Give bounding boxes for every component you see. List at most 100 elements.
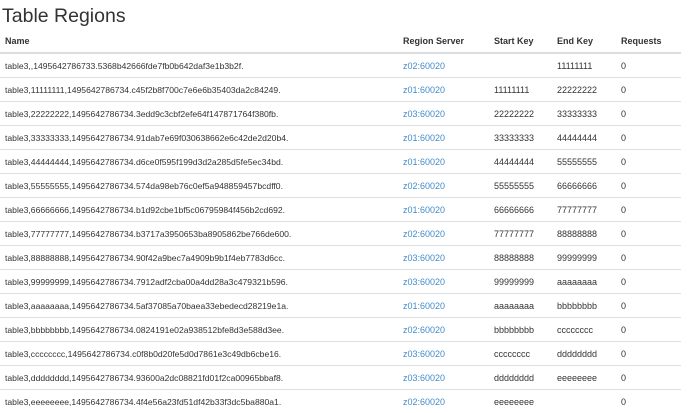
region-name-cell: table3,cccccccc,1495642786734.c0f8b0d20f… (0, 342, 398, 366)
region-server-cell: z02:60020 (398, 174, 489, 198)
region-server-cell: z01:60020 (398, 294, 489, 318)
requests-cell: 0 (616, 390, 681, 413)
region-server-cell: z01:60020 (398, 150, 489, 174)
region-server-cell: z02:60020 (398, 222, 489, 246)
table-body: table3,,1495642786733.5368b42666fde7fb0b… (0, 53, 681, 413)
region-name-cell: table3,99999999,1495642786734.7912adf2cb… (0, 270, 398, 294)
end-key-cell: 22222222 (552, 78, 616, 102)
start-key-cell: eeeeeeee (489, 390, 552, 413)
table-regions-page: Table Regions Name Region Server Start K… (0, 0, 693, 403)
table-row: table3,eeeeeeee,1495642786734.4f4e56a23f… (0, 390, 681, 413)
table-row: table3,88888888,1495642786734.90f42a9bec… (0, 246, 681, 270)
table-row: table3,aaaaaaaa,1495642786734.5af37085a7… (0, 294, 681, 318)
end-key-cell: 66666666 (552, 174, 616, 198)
region-server-cell: z02:60020 (398, 53, 489, 78)
table-row: table3,dddddddd,1495642786734.93600a2dc0… (0, 366, 681, 390)
requests-cell: 0 (616, 270, 681, 294)
start-key-cell: 44444444 (489, 150, 552, 174)
region-name-cell: table3,,1495642786733.5368b42666fde7fb0b… (0, 53, 398, 78)
region-name-cell: table3,22222222,1495642786734.3edd9c3cbf… (0, 102, 398, 126)
region-server-link[interactable]: z03:60020 (403, 253, 445, 263)
requests-cell: 0 (616, 53, 681, 78)
region-server-cell: z03:60020 (398, 270, 489, 294)
region-server-link[interactable]: z03:60020 (403, 373, 445, 383)
region-server-link[interactable]: z02:60020 (403, 181, 445, 191)
end-key-cell: dddddddd (552, 342, 616, 366)
region-server-cell: z01:60020 (398, 126, 489, 150)
region-server-link[interactable]: z01:60020 (403, 85, 445, 95)
region-name-cell: table3,bbbbbbbb,1495642786734.0824191e02… (0, 318, 398, 342)
requests-cell: 0 (616, 222, 681, 246)
region-server-cell: z03:60020 (398, 246, 489, 270)
requests-cell: 0 (616, 342, 681, 366)
end-key-cell: bbbbbbbb (552, 294, 616, 318)
requests-cell: 0 (616, 366, 681, 390)
region-name-cell: table3,44444444,1495642786734.d6ce0f595f… (0, 150, 398, 174)
requests-cell: 0 (616, 198, 681, 222)
region-server-link[interactable]: z02:60020 (403, 229, 445, 239)
start-key-cell: 77777777 (489, 222, 552, 246)
end-key-cell: 44444444 (552, 126, 616, 150)
region-server-link[interactable]: z01:60020 (403, 205, 445, 215)
region-server-cell: z01:60020 (398, 78, 489, 102)
region-name-cell: table3,eeeeeeee,1495642786734.4f4e56a23f… (0, 390, 398, 413)
table-row: table3,33333333,1495642786734.91dab7e69f… (0, 126, 681, 150)
table-row: table3,77777777,1495642786734.b3717a3950… (0, 222, 681, 246)
end-key-cell: 88888888 (552, 222, 616, 246)
start-key-cell: 33333333 (489, 126, 552, 150)
region-name-cell: table3,33333333,1495642786734.91dab7e69f… (0, 126, 398, 150)
start-key-cell: 88888888 (489, 246, 552, 270)
region-name-cell: table3,88888888,1495642786734.90f42a9bec… (0, 246, 398, 270)
region-server-link[interactable]: z02:60020 (403, 61, 445, 71)
table-row: table3,55555555,1495642786734.574da98eb7… (0, 174, 681, 198)
column-header-start-key: Start Key (489, 30, 552, 53)
region-server-link[interactable]: z03:60020 (403, 109, 445, 119)
table-row: table3,cccccccc,1495642786734.c0f8b0d20f… (0, 342, 681, 366)
start-key-cell: dddddddd (489, 366, 552, 390)
requests-cell: 0 (616, 102, 681, 126)
page-title: Table Regions (0, 0, 693, 30)
region-server-link[interactable]: z02:60020 (403, 397, 445, 407)
requests-cell: 0 (616, 150, 681, 174)
table-row: table3,11111111,1495642786734.c45f2b8f70… (0, 78, 681, 102)
end-key-cell: 55555555 (552, 150, 616, 174)
region-server-cell: z02:60020 (398, 390, 489, 413)
region-name-cell: table3,11111111,1495642786734.c45f2b8f70… (0, 78, 398, 102)
region-server-cell: z03:60020 (398, 366, 489, 390)
region-server-link[interactable]: z01:60020 (403, 133, 445, 143)
table-row: table3,66666666,1495642786734.b1d92cbe1b… (0, 198, 681, 222)
end-key-cell: 11111111 (552, 53, 616, 78)
start-key-cell: aaaaaaaa (489, 294, 552, 318)
end-key-cell: eeeeeeee (552, 366, 616, 390)
requests-cell: 0 (616, 246, 681, 270)
region-server-link[interactable]: z03:60020 (403, 277, 445, 287)
start-key-cell: 11111111 (489, 78, 552, 102)
region-server-link[interactable]: z03:60020 (403, 349, 445, 359)
column-header-region-server: Region Server (398, 30, 489, 53)
region-server-cell: z02:60020 (398, 318, 489, 342)
table-row: table3,44444444,1495642786734.d6ce0f595f… (0, 150, 681, 174)
requests-cell: 0 (616, 318, 681, 342)
requests-cell: 0 (616, 78, 681, 102)
start-key-cell (489, 53, 552, 78)
region-server-cell: z03:60020 (398, 342, 489, 366)
end-key-cell: 77777777 (552, 198, 616, 222)
end-key-cell: 99999999 (552, 246, 616, 270)
end-key-cell (552, 390, 616, 413)
region-server-link[interactable]: z01:60020 (403, 157, 445, 167)
region-server-link[interactable]: z01:60020 (403, 301, 445, 311)
region-name-cell: table3,dddddddd,1495642786734.93600a2dc0… (0, 366, 398, 390)
region-name-cell: table3,77777777,1495642786734.b3717a3950… (0, 222, 398, 246)
column-header-name: Name (0, 30, 398, 53)
column-header-requests: Requests (616, 30, 681, 53)
start-key-cell: bbbbbbbb (489, 318, 552, 342)
table-header: Name Region Server Start Key End Key Req… (0, 30, 681, 53)
start-key-cell: 22222222 (489, 102, 552, 126)
region-name-cell: table3,66666666,1495642786734.b1d92cbe1b… (0, 198, 398, 222)
table-row: table3,bbbbbbbb,1495642786734.0824191e02… (0, 318, 681, 342)
region-server-link[interactable]: z02:60020 (403, 325, 445, 335)
requests-cell: 0 (616, 126, 681, 150)
end-key-cell: cccccccc (552, 318, 616, 342)
region-name-cell: table3,aaaaaaaa,1495642786734.5af37085a7… (0, 294, 398, 318)
table-row: table3,,1495642786733.5368b42666fde7fb0b… (0, 53, 681, 78)
